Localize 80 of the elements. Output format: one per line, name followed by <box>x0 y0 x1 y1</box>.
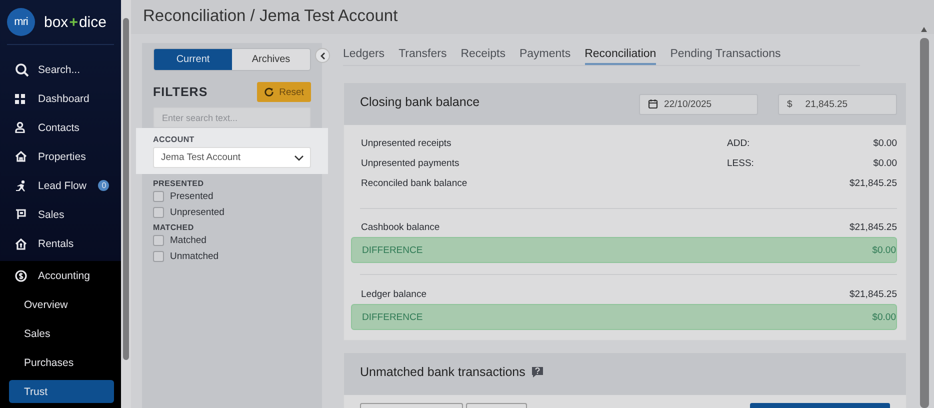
account-select[interactable]: Jema Test Account <box>153 147 311 168</box>
tab[interactable]: Transfers <box>398 44 447 65</box>
page-title: Reconciliation / Jema Test Account <box>143 6 398 26</box>
account-label: ACCOUNT <box>153 135 196 144</box>
row-label: Unpresented payments <box>361 158 460 168</box>
checkbox-label: Presented <box>170 191 214 202</box>
checkbox[interactable] <box>153 250 164 262</box>
nav-label: Search... <box>38 64 80 76</box>
checkbox[interactable] <box>153 235 164 246</box>
nav-item[interactable]: Sales <box>0 200 121 229</box>
operator-label: ADD: <box>727 138 751 148</box>
nav-item[interactable]: Contacts <box>0 113 121 142</box>
row-label: Reconciled bank balance <box>361 178 468 188</box>
nav-item[interactable]: Properties <box>0 142 121 171</box>
checkbox-label: Unmatched <box>170 250 219 262</box>
row-label: Cashbook balance <box>361 222 441 232</box>
scrollbar[interactable] <box>121 0 131 408</box>
row-value: $0.00 <box>872 158 897 168</box>
search-field[interactable]: Enter search text... <box>153 107 311 128</box>
nav-label: Properties <box>38 150 86 162</box>
filters-heading: FILTERS <box>153 85 208 99</box>
nav-item[interactable]: Overview <box>0 290 121 319</box>
row-value: $0.00 <box>872 138 897 148</box>
runner-icon <box>15 180 27 192</box>
help-bubble-icon <box>531 366 544 378</box>
currency-symbol: $ <box>787 98 792 110</box>
nav-item[interactable]: Sales <box>0 319 121 348</box>
dollar-icon <box>15 270 27 282</box>
search-icon <box>15 62 29 76</box>
row-value: $21,845.25 <box>848 288 897 300</box>
tab[interactable]: Receipts <box>460 44 506 65</box>
calendar-icon <box>648 99 658 109</box>
view-tab[interactable]: Current <box>154 49 232 70</box>
amount-field[interactable]: $ 21,845.25 <box>778 94 897 114</box>
filter-group-label: PRESENTED <box>153 179 205 188</box>
search-link[interactable]: Search... <box>0 55 121 84</box>
tab[interactable]: Reconciliation <box>584 44 656 65</box>
collapse-button[interactable] <box>315 48 330 63</box>
date-field[interactable]: 22/10/2025 <box>639 94 758 114</box>
person-icon <box>15 122 25 133</box>
count-badge: 0 <box>98 180 110 191</box>
checkbox-label: Matched <box>170 235 206 246</box>
nav-label: Lead Flow <box>38 180 86 192</box>
amount-value: 21,845.25 <box>805 98 848 110</box>
difference-banner: DIFFERENCE $0.00 <box>351 304 897 330</box>
nav-label: Accounting <box>38 270 90 282</box>
nav-item[interactable]: Dashboard <box>0 84 121 113</box>
row-value: $21,845.25 <box>848 222 897 232</box>
nav-item[interactable]: Trust <box>9 380 114 403</box>
grid-icon <box>15 94 25 104</box>
chevron-down-icon <box>294 154 304 160</box>
filter-group-label: MATCHED <box>153 223 195 232</box>
card-title: Closing bank balance <box>360 95 481 109</box>
nav-label: Sales <box>38 208 64 220</box>
checkbox[interactable] <box>153 206 164 218</box>
checkbox-label: Unpresented <box>170 206 224 218</box>
tab[interactable]: Payments <box>519 44 571 65</box>
brand-name: box+dice <box>44 14 106 30</box>
house-icon <box>15 151 27 162</box>
nav-label: Contacts <box>38 122 80 134</box>
card-title-text: Unmatched bank transactions <box>360 365 526 379</box>
nav-label: Dashboard <box>38 92 90 104</box>
refresh-icon <box>264 87 274 97</box>
house-key-icon <box>15 238 27 250</box>
row-label: Ledger balance <box>361 288 428 300</box>
checkbox[interactable] <box>153 191 164 202</box>
nav-item[interactable]: Rentals <box>0 229 121 258</box>
row-value: $21,845.25 <box>848 178 897 188</box>
nav-item[interactable]: Purchases <box>0 348 121 377</box>
nav-label: Rentals <box>38 238 74 250</box>
nav-item[interactable]: Lead Flow 0 <box>0 171 121 200</box>
logo-mark: mri <box>7 8 35 36</box>
tab[interactable]: Ledgers <box>343 44 385 65</box>
difference-banner: DIFFERENCE $0.00 <box>351 237 897 263</box>
row-label: Unpresented receipts <box>361 138 452 148</box>
tab[interactable]: Pending Transactions <box>670 44 781 65</box>
view-tab[interactable]: Archives <box>232 49 310 70</box>
chevron-left-icon <box>320 52 326 60</box>
sign-icon <box>15 209 26 220</box>
operator-label: LESS: <box>727 158 755 168</box>
